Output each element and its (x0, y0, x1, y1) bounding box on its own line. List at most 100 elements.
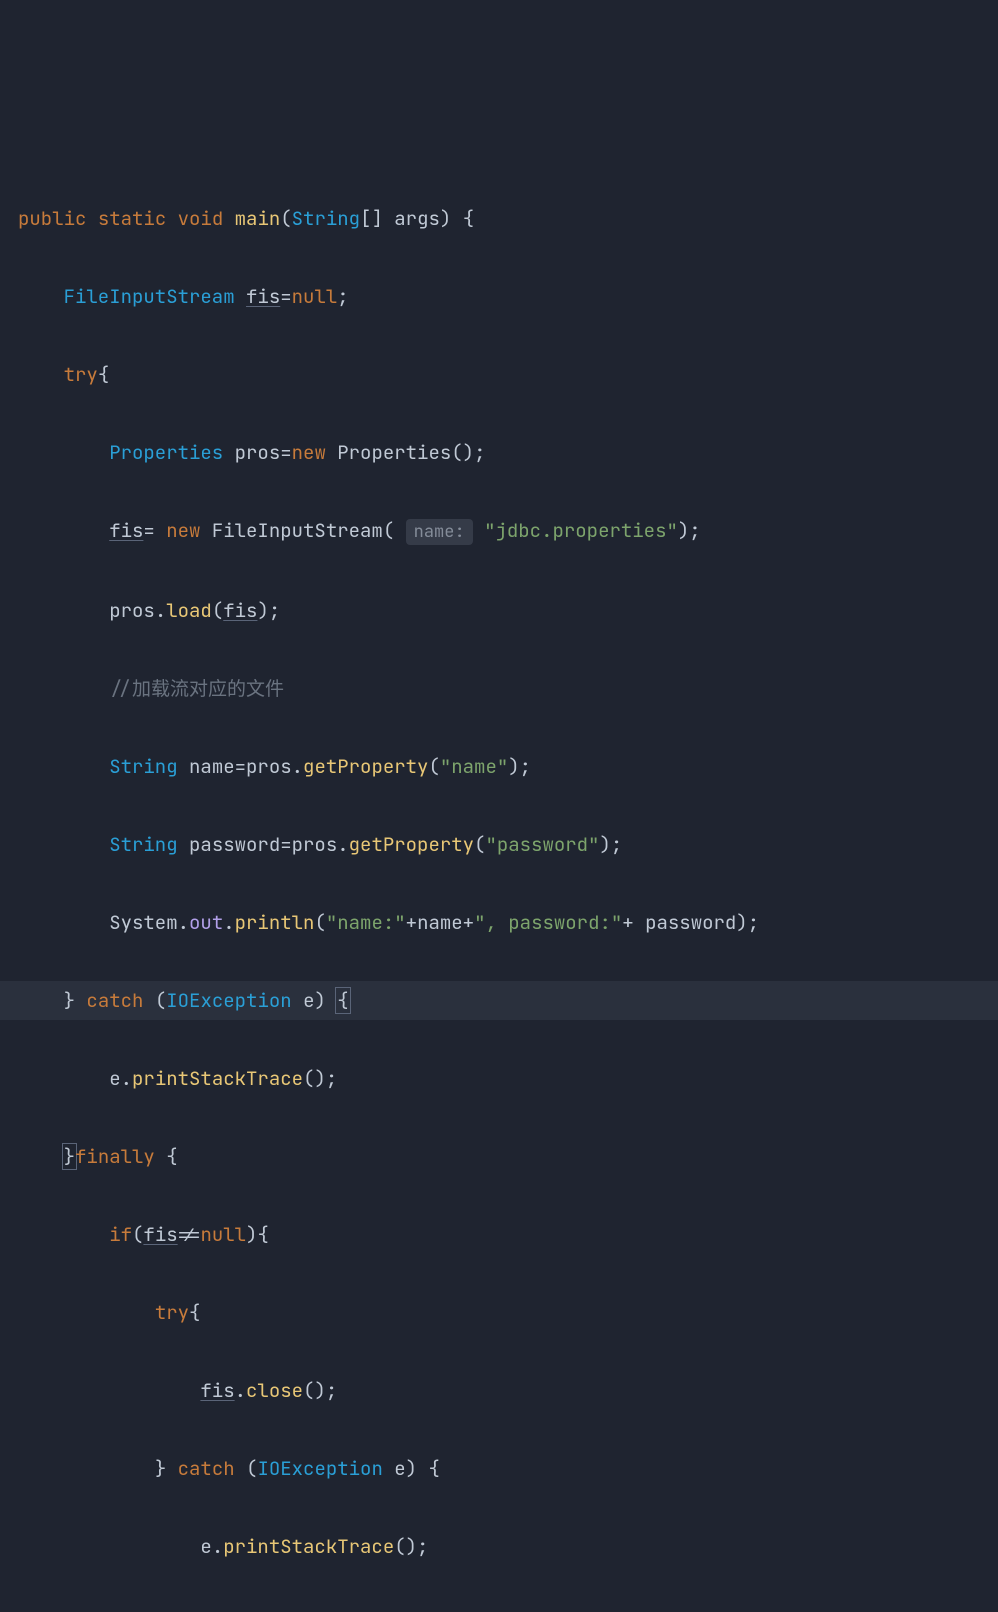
semi: ; (611, 832, 622, 857)
paren: ) (314, 1066, 325, 1091)
code-line: e.printStackTrace(); (0, 1059, 998, 1098)
semi: ; (269, 598, 280, 623)
ident-fis: fis (223, 598, 257, 623)
ident-system: System (109, 910, 177, 935)
type-string: String (109, 754, 177, 779)
brace: { (463, 206, 474, 231)
semi: ; (337, 284, 348, 309)
method-printstacktrace: printStackTrace (223, 1534, 394, 1559)
brace: { (189, 1300, 200, 1325)
keyword-public: public (18, 206, 86, 231)
method-load: load (166, 598, 212, 623)
paren: ( (474, 832, 485, 857)
string-namelabel: "name:" (326, 910, 406, 935)
code-editor[interactable]: public static void main(String[] args) {… (0, 156, 998, 1612)
code-line: //加载流对应的文件 (0, 669, 998, 708)
code-line: pros.load(fis); (0, 591, 998, 630)
keyword-null: null (292, 284, 338, 309)
code-line: String name=pros.getProperty("name"); (0, 747, 998, 786)
paren: ( (246, 1456, 257, 1481)
op-eq: = (235, 754, 246, 779)
dot: . (212, 1534, 223, 1559)
paren: ( (383, 518, 394, 543)
ident-pros: pros (246, 754, 292, 779)
code-line: if(fis!=null){ (0, 1215, 998, 1254)
ctor-properties: Properties (337, 440, 451, 465)
brace: { (428, 1456, 439, 1481)
brace: } (155, 1456, 166, 1481)
ident-pros: pros (292, 832, 338, 857)
paren: ) (314, 1378, 325, 1403)
dot: . (223, 910, 234, 935)
keyword-catch: catch (86, 988, 143, 1013)
keyword-static: static (98, 206, 166, 231)
keyword-null: null (200, 1222, 246, 1247)
code-line: } (0, 1605, 998, 1612)
keyword-new: new (166, 518, 200, 543)
string-pwdlabel: ", password:" (474, 910, 622, 935)
type-ioexception: IOException (166, 988, 291, 1013)
ident-password: password (189, 832, 280, 857)
keyword-void: void (178, 206, 224, 231)
ident-args: args (394, 206, 440, 231)
method-printstacktrace: printStackTrace (132, 1066, 303, 1091)
paren: ( (132, 1222, 143, 1247)
method-main: main (235, 206, 281, 231)
ident-e: e (303, 988, 314, 1013)
ident-fis: fis (143, 1222, 177, 1247)
brace: { (166, 1144, 177, 1169)
type-fileinputstream: FileInputStream (64, 284, 235, 309)
paren: ( (155, 988, 166, 1013)
code-line: e.printStackTrace(); (0, 1527, 998, 1566)
paren: ) (406, 1534, 417, 1559)
paren: ) (440, 206, 451, 231)
op-eq: = (280, 832, 291, 857)
code-line-current: } catch (IOException e) { (0, 981, 998, 1020)
code-line: String password=pros.getProperty("passwo… (0, 825, 998, 864)
keyword-try: try (64, 362, 98, 387)
semi: ; (520, 754, 531, 779)
ident-e: e (394, 1456, 405, 1481)
field-out: out (189, 910, 223, 935)
method-println: println (235, 910, 315, 935)
ident-password: password (645, 910, 736, 935)
paren: ) (246, 1222, 257, 1247)
paren: ( (394, 1534, 405, 1559)
ident-pros: pros (235, 440, 281, 465)
paren: ) (678, 518, 689, 543)
paren: ) (463, 440, 474, 465)
paren: ) (736, 910, 747, 935)
type-properties: Properties (109, 440, 223, 465)
paren: ( (451, 440, 462, 465)
code-line: public static void main(String[] args) { (0, 199, 998, 238)
paren: ) (406, 1456, 417, 1481)
brace: { (257, 1222, 268, 1247)
semi: ; (689, 518, 700, 543)
code-line: FileInputStream fis=null; (0, 277, 998, 316)
paren: ( (280, 206, 291, 231)
type-ioexception: IOException (257, 1456, 382, 1481)
keyword-if: if (109, 1222, 132, 1247)
keyword-new: new (292, 440, 326, 465)
op-plus: + (463, 910, 474, 935)
paren: ( (212, 598, 223, 623)
paren: ) (508, 754, 519, 779)
dot: . (292, 754, 303, 779)
keyword-catch: catch (178, 1456, 235, 1481)
code-line: Properties pros=new Properties(); (0, 433, 998, 472)
code-line: fis.close(); (0, 1371, 998, 1410)
op-plus: + (406, 910, 417, 935)
string-jdbc: "jdbc.properties" (484, 518, 678, 543)
op-eq: = (143, 518, 154, 543)
keyword-try: try (155, 1300, 189, 1325)
op-eq: = (280, 284, 291, 309)
method-close: close (246, 1378, 303, 1403)
dot: . (235, 1378, 246, 1403)
code-line: try{ (0, 355, 998, 394)
paren: ) (599, 832, 610, 857)
type-string: String (292, 206, 360, 231)
code-line: fis= new FileInputStream( name: "jdbc.pr… (0, 511, 998, 552)
paren: ( (303, 1066, 314, 1091)
comment-loadfile: //加载流对应的文件 (109, 676, 284, 701)
bracket: ] (371, 206, 382, 231)
